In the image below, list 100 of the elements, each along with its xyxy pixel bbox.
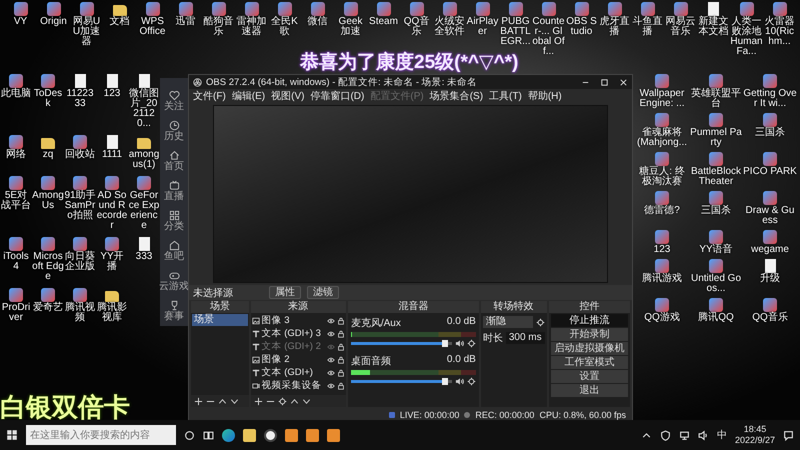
app-icon[interactable]: [73, 135, 87, 149]
clock-date[interactable]: 2022/9/27: [734, 435, 775, 446]
clock-time[interactable]: 18:45: [744, 424, 766, 435]
app-icon[interactable]: [344, 2, 358, 16]
speaker-icon[interactable]: [454, 377, 464, 386]
app-icon[interactable]: [763, 113, 777, 127]
menu-item[interactable]: 工具(T): [489, 89, 522, 103]
menu-item[interactable]: 编辑(E): [232, 89, 266, 103]
record-icon[interactable]: [264, 428, 277, 442]
circle-icon[interactable]: [184, 430, 195, 440]
heart-icon[interactable]: [168, 90, 180, 101]
app-icon[interactable]: [105, 176, 119, 190]
eye-icon[interactable]: [326, 316, 335, 324]
app-icon[interactable]: [146, 2, 160, 16]
app-icon[interactable]: [709, 152, 723, 166]
add-icon[interactable]: [194, 396, 203, 406]
app-icon[interactable]: [763, 152, 777, 166]
settings-icon[interactable]: [466, 339, 476, 348]
menu-item[interactable]: 帮助(H): [528, 89, 562, 103]
move-down-icon[interactable]: [302, 396, 311, 406]
app-icon[interactable]: [655, 230, 669, 244]
eye-icon[interactable]: [326, 356, 335, 364]
settings-icon[interactable]: [278, 396, 287, 406]
app-icon[interactable]: [73, 237, 87, 251]
source-item[interactable]: 文本 (GDI+) 3: [262, 327, 325, 340]
app-icon[interactable]: [73, 176, 87, 190]
eye-icon[interactable]: [326, 330, 335, 338]
app-icon[interactable]: [542, 2, 556, 16]
app-icon[interactable]: [574, 2, 588, 16]
sidebar-item[interactable]: 历史: [164, 131, 184, 142]
sidebar-item[interactable]: 分类: [164, 221, 184, 232]
app-icon[interactable]: [763, 298, 777, 312]
tv-icon[interactable]: [168, 180, 180, 191]
document-icon[interactable]: [138, 237, 150, 251]
source-item[interactable]: 文本 (GDI+): [262, 366, 325, 379]
app-icon[interactable]: [80, 2, 94, 16]
app-icon[interactable]: [285, 428, 298, 442]
settings-icon[interactable]: [466, 377, 476, 386]
eye-icon[interactable]: [326, 368, 335, 376]
app-icon[interactable]: [740, 2, 754, 16]
folder-icon[interactable]: [105, 291, 119, 302]
app-icon[interactable]: [640, 2, 654, 16]
app-icon[interactable]: [41, 176, 55, 190]
app-icon[interactable]: [655, 298, 669, 312]
app-icon[interactable]: [212, 2, 226, 16]
home-icon[interactable]: [168, 150, 180, 161]
app-icon[interactable]: [41, 237, 55, 251]
app-icon[interactable]: [137, 176, 151, 190]
document-icon[interactable]: [764, 259, 776, 273]
gamepad-icon[interactable]: [168, 270, 180, 281]
source-item[interactable]: 图像 2: [262, 353, 325, 366]
volume-slider[interactable]: [350, 342, 452, 345]
network-icon[interactable]: [678, 430, 690, 440]
maximize-icon[interactable]: [600, 78, 609, 86]
sidebar-item[interactable]: 赛事: [164, 311, 184, 322]
app-icon[interactable]: [9, 135, 23, 149]
control-button[interactable]: 退出: [550, 384, 628, 397]
close-icon[interactable]: [619, 78, 628, 86]
app-icon[interactable]: [105, 237, 119, 251]
document-icon[interactable]: [74, 74, 86, 88]
shield-icon[interactable]: [660, 430, 671, 440]
windows-logo-icon[interactable]: [6, 429, 18, 441]
speaker-icon[interactable]: [698, 430, 709, 440]
lock-icon[interactable]: [336, 316, 345, 324]
lock-icon[interactable]: [336, 342, 345, 350]
add-icon[interactable]: [254, 396, 263, 406]
source-item[interactable]: 视频采集设备: [262, 379, 325, 392]
speaker-icon[interactable]: [454, 339, 464, 348]
control-button[interactable]: 开始录制: [550, 328, 628, 341]
control-button[interactable]: 停止推流: [550, 314, 628, 327]
app-icon[interactable]: [14, 2, 28, 16]
app-icon[interactable]: [709, 74, 723, 88]
settings-icon[interactable]: [536, 318, 545, 326]
app-icon[interactable]: [73, 288, 87, 302]
app-icon[interactable]: [772, 2, 786, 16]
app-icon[interactable]: [674, 2, 688, 16]
app-icon[interactable]: [41, 288, 55, 302]
folder-icon[interactable]: [112, 5, 126, 16]
app-icon[interactable]: [9, 237, 23, 251]
move-down-icon[interactable]: [230, 396, 239, 406]
lock-icon[interactable]: [336, 330, 345, 338]
toolbar-button[interactable]: 滤镜: [307, 286, 339, 299]
app-icon[interactable]: [442, 2, 456, 16]
control-button[interactable]: 启动虚拟摄像机: [550, 342, 628, 355]
lock-icon[interactable]: [336, 382, 345, 390]
source-item[interactable]: 文本 (GDI+) 2: [262, 340, 325, 353]
app-icon[interactable]: [763, 74, 777, 88]
notification-icon[interactable]: [783, 430, 794, 440]
duration-field[interactable]: 300 ms: [506, 332, 545, 344]
task-view-icon[interactable]: [203, 430, 214, 440]
app-icon[interactable]: [9, 288, 23, 302]
app-icon[interactable]: [310, 2, 324, 16]
app-icon[interactable]: [655, 259, 669, 273]
move-up-icon[interactable]: [290, 396, 299, 406]
app-icon[interactable]: [410, 2, 424, 16]
app-icon[interactable]: [278, 2, 292, 16]
sidebar-item[interactable]: 直播: [164, 191, 184, 202]
document-icon[interactable]: [106, 135, 118, 149]
app-icon[interactable]: [709, 259, 723, 273]
app-icon[interactable]: [306, 428, 319, 442]
